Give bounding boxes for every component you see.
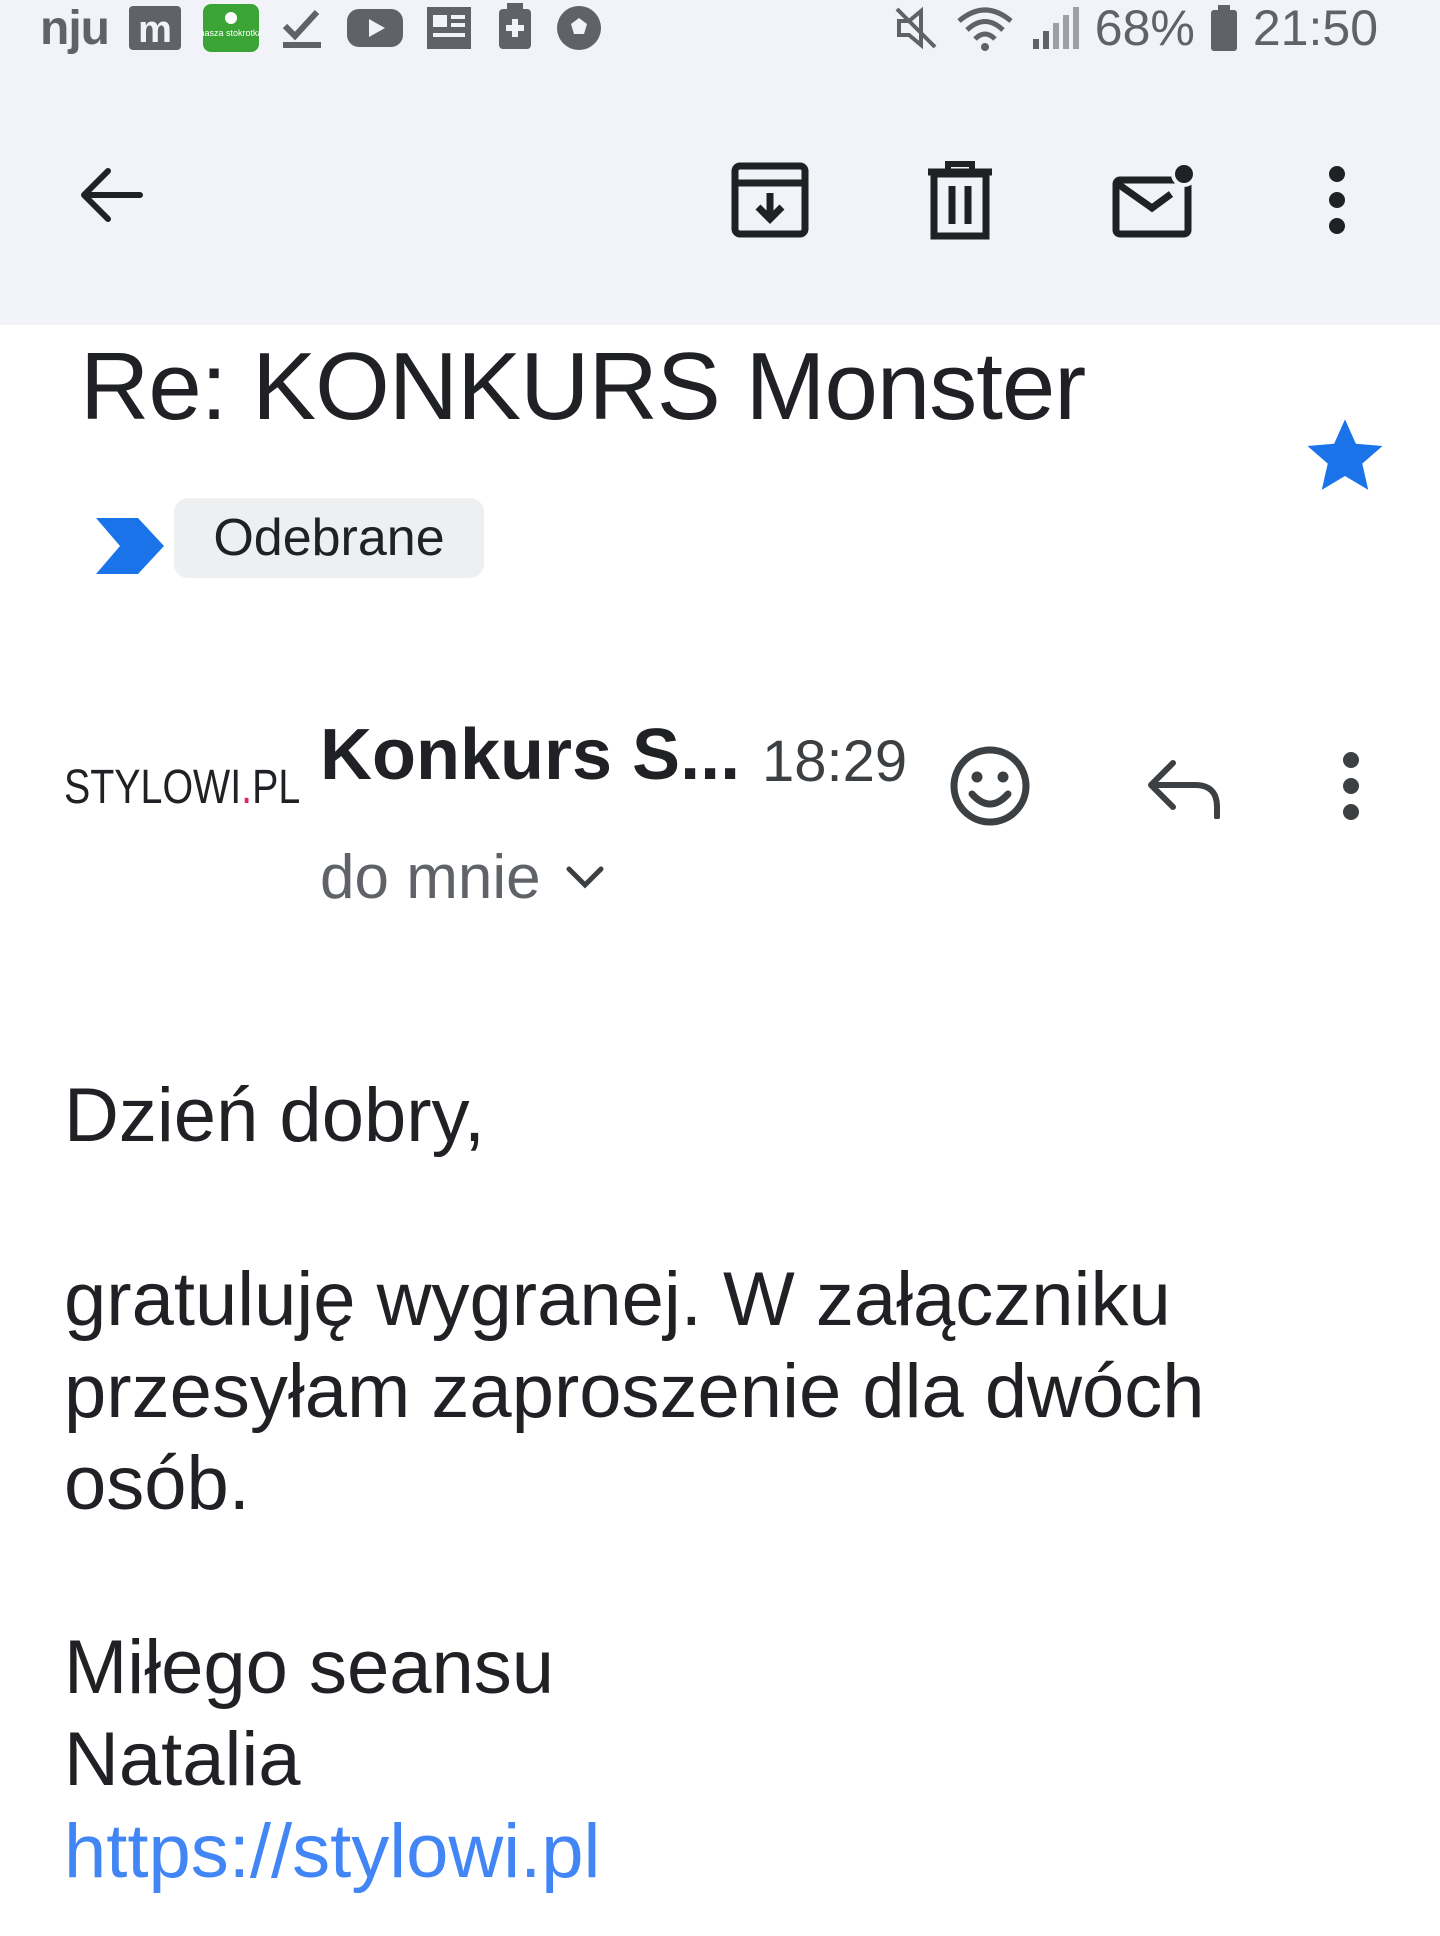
back-arrow-icon [81, 168, 143, 222]
nasza-stokrotka-icon: nasza stokrotka [201, 2, 261, 54]
smiley-icon [950, 746, 1030, 826]
back-button[interactable] [60, 150, 160, 240]
wifi-icon [955, 3, 1015, 53]
mark-unread-button[interactable] [1104, 150, 1204, 250]
body-paragraph: gratuluję wygranej. W załączniku przesył… [64, 1257, 1205, 1526]
archive-button[interactable] [720, 150, 820, 250]
star-filled-icon [1307, 419, 1383, 490]
label-chip-inbox[interactable]: Odebrane [174, 498, 484, 578]
status-bar: nju m nasza stokrotka 68% 21:50 [0, 0, 1440, 60]
battery-percent: 68% [1094, 0, 1195, 56]
more-options-button[interactable] [1310, 150, 1364, 250]
message-more-button[interactable] [1326, 736, 1376, 836]
email-subject: Re: KONKURS Monster [80, 333, 1086, 440]
newspaper-icon [423, 3, 477, 53]
m-app-icon: m [127, 4, 183, 52]
email-time: 18:29 [762, 729, 908, 794]
chevron-down-icon [566, 866, 604, 889]
logo-text-left: STYLOWI [64, 761, 242, 814]
m-app-letter: m [138, 9, 172, 51]
body-signature: Natalia [64, 1717, 301, 1802]
sender-avatar-logo: STYLOWI.PL [64, 760, 300, 815]
mark-unread-icon [1112, 161, 1197, 238]
recipient-text: do mnie [320, 843, 541, 912]
status-left: nju m nasza stokrotka [40, 0, 605, 56]
delete-button[interactable] [910, 150, 1010, 250]
medical-app-icon [495, 3, 535, 53]
archive-icon [731, 162, 809, 238]
trash-icon [928, 161, 992, 240]
soccer-ball-icon [553, 2, 605, 54]
body-closing: Miłego seansu [64, 1625, 555, 1710]
nasza-stokrotka-text: nasza stokrotka [201, 28, 261, 38]
reply-button[interactable] [1134, 740, 1234, 836]
tasks-check-icon [279, 4, 327, 52]
signal-icon [1029, 3, 1081, 53]
star-button[interactable] [1300, 410, 1390, 500]
clock: 21:50 [1252, 0, 1378, 56]
body-greeting: Dzień dobry, [64, 1073, 486, 1158]
body-link[interactable]: https://stylowi.pl [64, 1809, 600, 1894]
youtube-icon [345, 5, 405, 51]
more-vert-icon [1343, 752, 1359, 820]
emoji-reaction-button[interactable] [940, 736, 1040, 836]
recipient-toggle[interactable]: do mnie [320, 842, 605, 913]
more-vert-icon [1329, 166, 1345, 234]
mute-icon [891, 3, 941, 53]
importance-marker-icon [94, 516, 166, 576]
carrier-name: nju [40, 1, 110, 55]
status-right: 68% 21:50 [891, 0, 1378, 56]
reply-arrow-icon [1148, 760, 1220, 819]
logo-text-right: PL [252, 761, 301, 814]
sender-name[interactable]: Konkurs S... [320, 714, 740, 796]
battery-icon [1209, 3, 1239, 53]
logo-dot: . [241, 761, 253, 814]
